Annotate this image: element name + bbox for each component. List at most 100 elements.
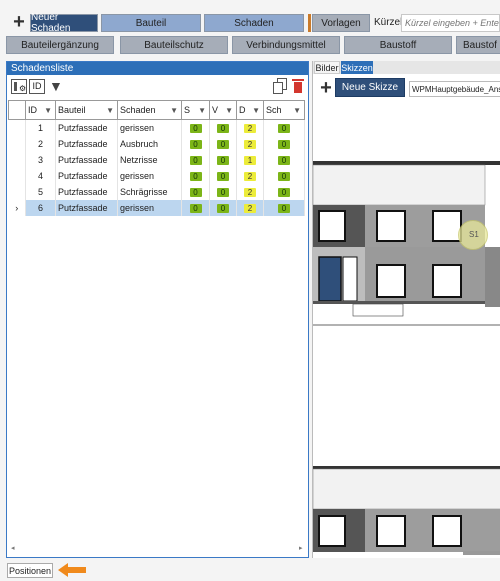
new-sketch-button[interactable]: Neue Skizze: [335, 78, 405, 97]
cell-d: 2: [236, 199, 264, 216]
tab-skizzen[interactable]: Skizzen: [341, 61, 373, 74]
arrow-left-icon: [58, 563, 86, 577]
cell-bauteil: Putzfassade: [55, 119, 118, 136]
filter-icon[interactable]: ▼: [44, 106, 52, 115]
facade-upper-wall: [313, 468, 500, 510]
table-row[interactable]: 1 Putzfassade gerissen 0 0 2 0: [8, 119, 305, 136]
cell-id: 2: [25, 135, 56, 152]
cell-d: 2: [236, 119, 264, 136]
col-s-label: S: [184, 105, 191, 115]
window: [376, 210, 406, 242]
table-row[interactable]: 5 Putzfassade Schrägrisse 0 0 2 0: [8, 183, 305, 200]
trash-icon[interactable]: [292, 78, 304, 94]
row-marker: [8, 183, 26, 200]
s-badge: 0: [189, 203, 202, 213]
category-verbindungsmittel[interactable]: Verbindungsmittel: [232, 36, 340, 54]
col-header-sch[interactable]: Sch ▼: [263, 100, 305, 120]
cell-v: 0: [209, 135, 237, 152]
table-row[interactable]: 4 Putzfassade gerissen 0 0 2 0: [8, 167, 305, 184]
filter-icon[interactable]: ▼: [198, 106, 206, 115]
window: [318, 210, 346, 242]
scroll-left-icon[interactable]: ◂: [11, 544, 15, 552]
s-badge: 0: [189, 139, 202, 149]
cell-schaden: Schrägrisse: [117, 183, 182, 200]
window: [318, 515, 346, 547]
tab-bilder[interactable]: Bilder: [314, 61, 340, 74]
col-header-d[interactable]: D ▼: [236, 100, 264, 120]
v-badge: 0: [217, 155, 229, 165]
cell-s: 0: [181, 199, 210, 216]
cell-s: 0: [181, 183, 210, 200]
row-marker: [8, 151, 26, 168]
cell-v: 0: [209, 119, 237, 136]
cell-id: 5: [25, 183, 56, 200]
kuerzel-input[interactable]: [401, 14, 500, 32]
row-marker: [8, 119, 26, 136]
category-bauteilschutz[interactable]: Bauteilschutz: [120, 36, 228, 54]
v-badge: 0: [217, 123, 229, 133]
cell-sch: 0: [263, 167, 305, 184]
d-badge: 2: [244, 139, 256, 149]
cell-id: 3: [25, 151, 56, 168]
cell-bauteil: Putzfassade: [55, 167, 118, 184]
scroll-right-icon[interactable]: ▸: [299, 544, 303, 552]
copy-icon[interactable]: [273, 78, 287, 94]
cell-id: 6: [25, 199, 56, 216]
col-header-s[interactable]: S ▼: [181, 100, 210, 120]
garage-wall: [485, 247, 500, 307]
cell-d: 1: [236, 151, 264, 168]
table-header-row: ID ▼ Bauteil ▼ Schaden ▼ S ▼ V ▼ D ▼ Sch ▼: [8, 100, 305, 120]
s-badge: 0: [189, 155, 202, 165]
cell-v: 0: [209, 151, 237, 168]
schaden-button[interactable]: Schaden: [204, 14, 304, 32]
add-icon[interactable]: +: [8, 12, 30, 34]
positions-button[interactable]: Positionen: [7, 563, 53, 578]
bauteil-button[interactable]: Bauteil: [101, 14, 201, 32]
filter-icon[interactable]: ▼: [106, 106, 114, 115]
d-badge: 2: [244, 203, 256, 213]
v-badge: 0: [217, 171, 229, 181]
cell-sch: 0: [263, 119, 305, 136]
table-row[interactable]: 2 Putzfassade Ausbruch 0 0 2 0: [8, 135, 305, 152]
col-header-bauteil[interactable]: Bauteil ▼: [55, 100, 118, 120]
add-sketch-icon[interactable]: +: [316, 78, 336, 98]
sketch-drawing-lower: [313, 466, 500, 552]
category-baustoff[interactable]: Baustoff: [344, 36, 452, 54]
category-baustoff-2[interactable]: Baustof: [456, 36, 500, 54]
sketch-name-field[interactable]: WPMHauptgebäude_Ansic: [409, 81, 500, 97]
column-settings-icon[interactable]: ⚙: [11, 79, 27, 94]
category-bauteilergaenzung[interactable]: Bauteilergänzung: [6, 36, 114, 54]
door: [318, 256, 342, 302]
cell-d: 2: [236, 135, 264, 152]
table-row-selected[interactable]: › 6 Putzfassade gerissen 0 0 2 0: [8, 199, 305, 216]
cell-sch: 0: [263, 151, 305, 168]
new-damage-button[interactable]: Neuer Schaden: [30, 12, 98, 34]
d-badge: 2: [244, 187, 256, 197]
v-badge: 0: [217, 203, 229, 213]
filter-icon[interactable]: ▼: [49, 78, 63, 94]
col-sch-label: Sch: [266, 105, 282, 115]
col-id-label: ID: [28, 105, 37, 115]
filter-icon[interactable]: ▼: [293, 106, 301, 115]
col-header-schaden[interactable]: Schaden ▼: [117, 100, 182, 120]
window: [376, 264, 406, 298]
cell-bauteil: Putzfassade: [55, 135, 118, 152]
scrollbar-horizontal[interactable]: [463, 551, 500, 555]
id-icon[interactable]: ID: [29, 79, 45, 94]
filter-icon[interactable]: ▼: [225, 106, 233, 115]
filter-icon[interactable]: ▼: [252, 106, 260, 115]
toolbar-divider: [308, 14, 311, 32]
kuerzel-label: Kürzel: [374, 17, 403, 28]
col-header-id[interactable]: ID ▼: [25, 100, 56, 120]
table-row[interactable]: 3 Putzfassade Netzrisse 0 0 1 0: [8, 151, 305, 168]
col-header-v[interactable]: V ▼: [209, 100, 237, 120]
vorlagen-button[interactable]: Vorlagen: [312, 14, 370, 32]
sch-badge: 0: [278, 139, 290, 149]
cell-v: 0: [209, 183, 237, 200]
s-badge: 0: [189, 187, 202, 197]
filter-icon[interactable]: ▼: [170, 106, 178, 115]
facade-roof-line: [313, 466, 500, 469]
col-d-label: D: [239, 105, 246, 115]
window: [432, 515, 462, 547]
category-bar: Bauteilergänzung Bauteilschutz Verbindun…: [0, 35, 500, 57]
